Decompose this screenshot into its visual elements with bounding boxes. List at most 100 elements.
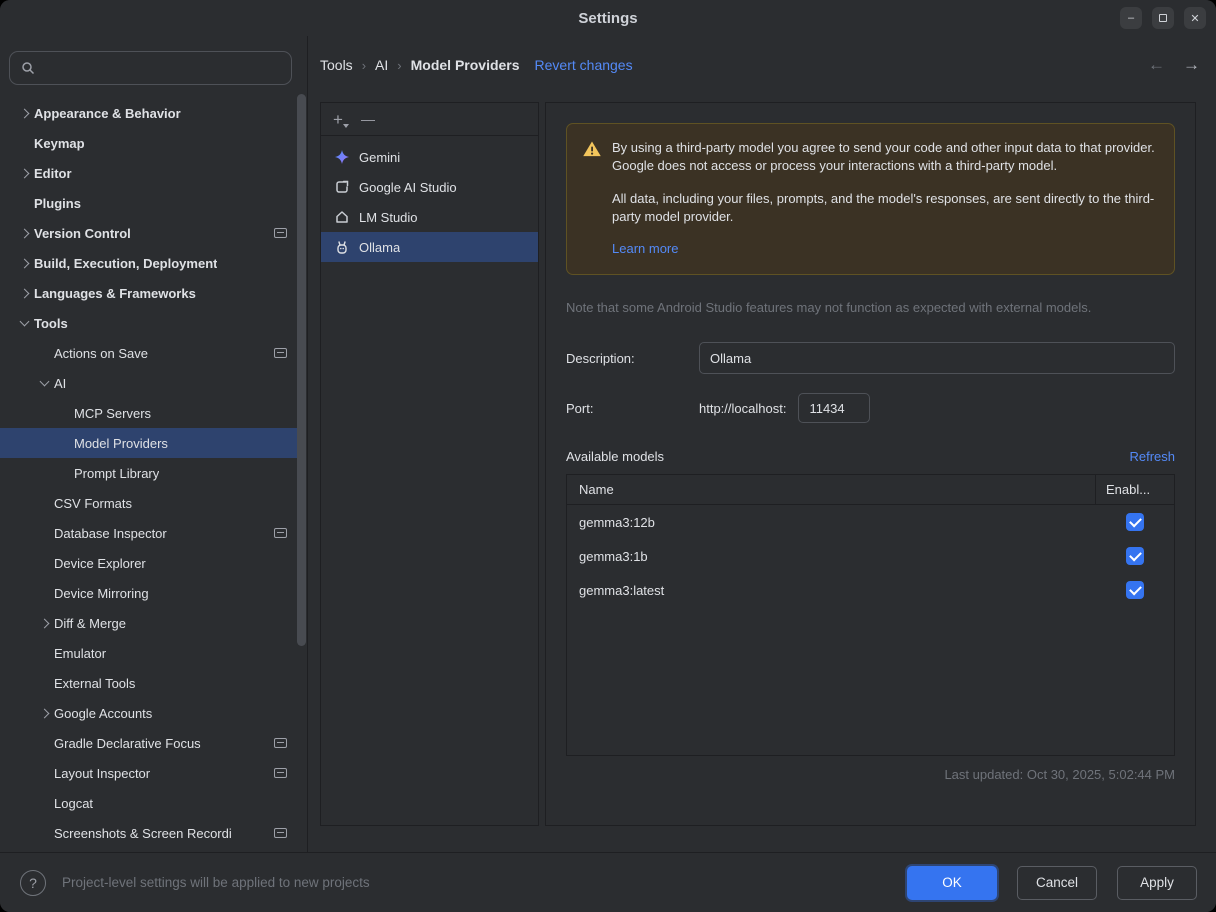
sidebar-item-label: Database Inspector xyxy=(54,526,167,541)
table-row[interactable]: gemma3:12b xyxy=(567,505,1174,539)
add-icon[interactable]: + xyxy=(333,111,343,128)
providers-panel: + — Gemini Google AI Studio xyxy=(320,102,539,826)
provider-item-gemini[interactable]: Gemini xyxy=(321,142,538,172)
lm-studio-icon xyxy=(334,209,350,225)
sidebar-item-build-execution-deployment[interactable]: Build, Execution, Deployment xyxy=(0,248,297,278)
chevron-down-icon[interactable] xyxy=(14,321,34,325)
sidebar-item-model-providers[interactable]: Model Providers xyxy=(0,428,297,458)
ok-button[interactable]: OK xyxy=(907,866,997,900)
sidebar-item-ai[interactable]: AI xyxy=(0,368,297,398)
caret-down-icon xyxy=(343,124,349,128)
chevron-right-icon[interactable] xyxy=(34,620,54,627)
warning-paragraph-2: All data, including your files, prompts,… xyxy=(612,190,1156,227)
chevron-right-icon[interactable] xyxy=(34,710,54,717)
description-label: Description: xyxy=(566,351,699,366)
sidebar-item-label: Device Mirroring xyxy=(54,586,149,601)
sidebar-item-actions-on-save[interactable]: Actions on Save xyxy=(0,338,297,368)
port-input[interactable] xyxy=(798,393,870,423)
sidebar-item-plugins[interactable]: Plugins xyxy=(0,188,297,218)
refresh-link[interactable]: Refresh xyxy=(1129,449,1175,464)
sidebar-item-label: External Tools xyxy=(54,676,135,691)
sidebar-item-label: Editor xyxy=(34,166,72,181)
table-row[interactable]: gemma3:1b xyxy=(567,539,1174,573)
maximize-button[interactable] xyxy=(1152,7,1174,29)
sidebar-item-keymap[interactable]: Keymap xyxy=(0,128,297,158)
window-controls: – ✕ xyxy=(1120,7,1206,29)
breadcrumb-model-providers: Model Providers xyxy=(411,57,520,73)
breadcrumb-ai[interactable]: AI xyxy=(375,57,388,73)
chevron-right-icon[interactable] xyxy=(14,290,34,297)
sidebar-item-label: CSV Formats xyxy=(54,496,132,511)
sidebar-item-label: Model Providers xyxy=(74,436,168,451)
revert-changes-link[interactable]: Revert changes xyxy=(535,57,633,73)
provider-details-panel: By using a third-party model you agree t… xyxy=(545,102,1196,826)
chevron-right-icon[interactable] xyxy=(14,170,34,177)
titlebar: Settings – ✕ xyxy=(0,0,1216,36)
close-button[interactable]: ✕ xyxy=(1184,7,1206,29)
port-row: Port: http://localhost: xyxy=(566,393,1175,423)
apply-button[interactable]: Apply xyxy=(1117,866,1197,900)
sidebar-item-external-tools[interactable]: External Tools xyxy=(0,668,297,698)
search-box[interactable] xyxy=(9,51,292,85)
forward-icon[interactable]: → xyxy=(1183,55,1200,75)
sidebar-item-tools[interactable]: Tools xyxy=(0,308,297,338)
sidebar-item-prompt-library[interactable]: Prompt Library xyxy=(0,458,297,488)
sidebar-item-label: Logcat xyxy=(54,796,93,811)
minimize-icon: – xyxy=(1128,12,1134,24)
breadcrumb-tools[interactable]: Tools xyxy=(320,57,353,73)
available-models-label: Available models xyxy=(566,449,664,464)
chevron-right-icon[interactable] xyxy=(14,110,34,117)
sidebar-item-device-explorer[interactable]: Device Explorer xyxy=(0,548,297,578)
sidebar-item-emulator[interactable]: Emulator xyxy=(0,638,297,668)
provider-label: Google AI Studio xyxy=(359,180,457,195)
sidebar-item-appearance-behavior[interactable]: Appearance & Behavior xyxy=(0,98,297,128)
sidebar-item-database-inspector[interactable]: Database Inspector xyxy=(0,518,297,548)
chevron-down-icon[interactable] xyxy=(34,381,54,385)
sidebar-item-label: Gradle Declarative Focus xyxy=(54,736,201,751)
sidebar-item-mcp-servers[interactable]: MCP Servers xyxy=(0,398,297,428)
sidebar-item-version-control[interactable]: Version Control xyxy=(0,218,297,248)
provider-item-google-ai-studio[interactable]: Google AI Studio xyxy=(321,172,538,202)
model-enabled-checkbox[interactable] xyxy=(1126,581,1144,599)
table-row[interactable]: gemma3:latest xyxy=(567,573,1174,607)
breadcrumb: Tools › AI › Model Providers Revert chan… xyxy=(320,52,1200,78)
search-input[interactable] xyxy=(36,61,291,76)
description-input[interactable] xyxy=(699,342,1175,374)
learn-more-link[interactable]: Learn more xyxy=(612,240,678,258)
remove-icon[interactable]: — xyxy=(361,112,375,126)
sidebar-item-device-mirroring[interactable]: Device Mirroring xyxy=(0,578,297,608)
provider-item-lm-studio[interactable]: LM Studio xyxy=(321,202,538,232)
back-icon[interactable]: ← xyxy=(1148,55,1165,75)
google-ai-studio-icon xyxy=(334,179,350,195)
breadcrumb-separator: › xyxy=(388,58,410,73)
sidebar-item-google-accounts[interactable]: Google Accounts xyxy=(0,698,297,728)
description-row: Description: xyxy=(566,342,1175,374)
sidebar-item-editor[interactable]: Editor xyxy=(0,158,297,188)
models-table: Name Enabl... gemma3:12b gemma3:1b gemma… xyxy=(566,474,1175,756)
monitor-icon xyxy=(274,528,287,538)
sidebar-item-languages-frameworks[interactable]: Languages & Frameworks xyxy=(0,278,297,308)
model-enabled-checkbox[interactable] xyxy=(1126,513,1144,531)
sidebar-item-gradle-declarative-focus[interactable]: Gradle Declarative Focus xyxy=(0,728,297,758)
help-button[interactable]: ? xyxy=(20,870,46,896)
sidebar-item-label: Emulator xyxy=(54,646,106,661)
maximize-icon xyxy=(1159,14,1167,22)
sidebar-item-csv-formats[interactable]: CSV Formats xyxy=(0,488,297,518)
minimize-button[interactable]: – xyxy=(1120,7,1142,29)
close-icon: ✕ xyxy=(1190,12,1199,25)
sidebar-item-label: Plugins xyxy=(34,196,81,211)
sidebar-item-screenshots-screen-recording[interactable]: Screenshots & Screen Recordi xyxy=(0,818,297,848)
footer-hint: Project-level settings will be applied t… xyxy=(62,875,370,890)
chevron-right-icon[interactable] xyxy=(14,260,34,267)
cancel-button[interactable]: Cancel xyxy=(1017,866,1097,900)
sidebar-item-logcat[interactable]: Logcat xyxy=(0,788,297,818)
sidebar-item-layout-inspector[interactable]: Layout Inspector xyxy=(0,758,297,788)
sidebar-scrollbar-thumb[interactable] xyxy=(297,94,306,646)
column-header-enabled[interactable]: Enabl... xyxy=(1096,475,1174,504)
provider-label: Ollama xyxy=(359,240,400,255)
chevron-right-icon[interactable] xyxy=(14,230,34,237)
model-enabled-checkbox[interactable] xyxy=(1126,547,1144,565)
provider-item-ollama[interactable]: Ollama xyxy=(321,232,538,262)
sidebar-item-diff-merge[interactable]: Diff & Merge xyxy=(0,608,297,638)
column-header-name[interactable]: Name xyxy=(567,475,1096,504)
